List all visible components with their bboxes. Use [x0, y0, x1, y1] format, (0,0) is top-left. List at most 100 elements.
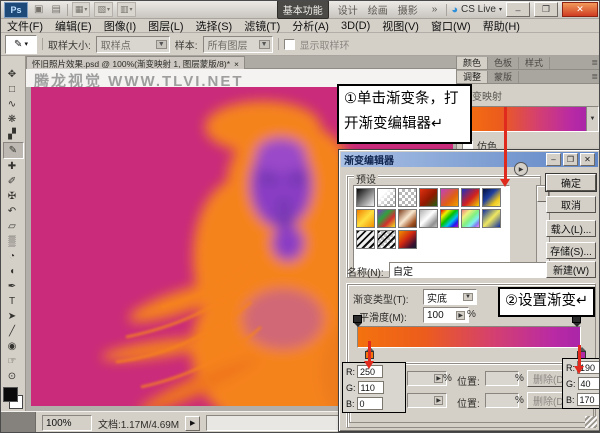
dialog-close-button[interactable]: ✕ — [580, 153, 595, 166]
preset-violet-orange[interactable] — [440, 188, 459, 207]
preset-transparent[interactable] — [398, 188, 417, 207]
panel-tab-1[interactable]: 色板 — [488, 57, 519, 69]
gradient-picker-arrow[interactable]: ▼ — [586, 107, 598, 131]
workspace-button-0[interactable]: 设计 — [333, 1, 363, 18]
zoom-level-field[interactable]: 100% — [42, 415, 92, 431]
menu-item-10[interactable]: 帮助(H) — [477, 18, 526, 34]
preset-stripes-transparent[interactable] — [377, 230, 396, 249]
preset-fg-transparent[interactable] — [377, 188, 396, 207]
shape-tool[interactable]: ╱ — [3, 324, 22, 339]
preset-copper[interactable] — [398, 209, 417, 228]
cs-live-button[interactable]: ◕ CS Live ▾ — [451, 4, 502, 16]
preset-menu-button[interactable]: ▶ — [514, 162, 528, 176]
foreground-color-swatch[interactable] — [3, 387, 18, 402]
panel-tab-0[interactable]: 颜色 — [457, 57, 488, 69]
preset-blue-yellow-blue[interactable] — [482, 209, 501, 228]
path-selection-tool[interactable]: ➤ — [3, 309, 22, 324]
gradient-type-dropdown[interactable]: 实底 ▼ — [423, 289, 477, 305]
menu-item-2[interactable]: 图像(I) — [98, 18, 142, 34]
sample-dropdown[interactable]: 所有图层 ▼ — [203, 36, 273, 53]
quick-selection-tool[interactable]: ❋ — [3, 112, 22, 127]
tab-close-icon[interactable]: × — [234, 59, 239, 69]
document-tab[interactable]: 怀旧照片效果.psd @ 100%(渐变映射 1, 图层蒙版/8)* × — [26, 56, 245, 70]
dialog-title-bar[interactable]: 渐变编辑器 – ❐ ✕ — [341, 152, 598, 167]
opacity-location-field[interactable] — [485, 371, 519, 386]
smoothness-field[interactable]: 100 ▶ — [423, 307, 469, 323]
editor-gradient-bar[interactable] — [357, 326, 581, 348]
preset-orange-yellow-orange[interactable] — [356, 209, 375, 228]
panel-tab-0[interactable]: 调整 — [457, 71, 488, 83]
opacity-field[interactable]: ▶ — [407, 371, 447, 386]
workspace-button-1[interactable]: 绘画 — [363, 1, 393, 18]
panel-menu-icon[interactable]: ≣ — [588, 58, 600, 67]
minimize-button[interactable]: – — [506, 2, 530, 17]
eyedropper-tool[interactable]: ✎ — [3, 142, 24, 159]
menu-item-4[interactable]: 选择(S) — [190, 18, 239, 34]
dialog-restore-button[interactable]: ❐ — [563, 153, 578, 166]
sample-size-dropdown[interactable]: 取样点 ▼ — [96, 36, 170, 53]
menu-item-1[interactable]: 编辑(E) — [49, 18, 98, 34]
preset-black-white[interactable] — [356, 188, 375, 207]
gradient-map-bar[interactable] — [462, 107, 586, 131]
blur-tool[interactable]: ◔ — [3, 249, 22, 264]
preset-silver[interactable] — [419, 209, 438, 228]
menu-item-7[interactable]: 3D(D) — [335, 20, 376, 32]
marquee-tool[interactable]: □ — [3, 82, 22, 97]
ok-button[interactable]: 确定 — [546, 174, 596, 191]
clone-stamp-tool[interactable]: ✠ — [3, 189, 22, 204]
preset-blue-red-yellow[interactable] — [461, 188, 480, 207]
hand-tool[interactable]: ☞ — [3, 354, 22, 369]
spot-healing-tool[interactable]: ✚ — [3, 159, 22, 174]
status-options-button[interactable]: ▶ — [185, 416, 200, 431]
crop-tool[interactable]: ▞ — [3, 127, 22, 142]
load-button[interactable]: 载入(L)... — [546, 220, 596, 237]
move-tool[interactable]: ✥ — [3, 67, 22, 82]
dialog-minimize-button[interactable]: – — [546, 153, 561, 166]
resize-grip[interactable] — [585, 416, 597, 428]
menu-item-6[interactable]: 分析(A) — [286, 18, 335, 34]
3d-rotate-tool[interactable]: ◉ — [3, 339, 22, 354]
view-extras-button[interactable]: ▥▾ — [117, 2, 136, 17]
restore-button[interactable]: ❐ — [534, 2, 558, 17]
preset-spectrum[interactable] — [440, 209, 459, 228]
panel-tab-1[interactable]: 蒙版 — [488, 71, 519, 83]
menu-item-5[interactable]: 滤镜(T) — [238, 18, 286, 34]
stop-color-swatch[interactable]: ▶ — [407, 393, 447, 408]
lasso-tool[interactable]: ∿ — [3, 97, 22, 112]
preset-multicolor[interactable] — [377, 209, 396, 228]
name-field[interactable]: 自定 — [389, 262, 547, 278]
show-sampling-ring-checkbox[interactable] — [284, 39, 295, 50]
history-brush-tool[interactable]: ↶ — [3, 204, 22, 219]
arrange-documents-button[interactable]: ▦▾ — [72, 2, 91, 17]
cancel-button[interactable]: 取消 — [546, 196, 596, 213]
gradient-tool[interactable]: ▒ — [3, 234, 22, 249]
eraser-tool[interactable]: ▱ — [3, 219, 22, 234]
preset-stripes[interactable] — [356, 230, 375, 249]
preset-pastel-spectrum[interactable] — [461, 209, 480, 228]
workspace-overflow-button[interactable]: » — [427, 3, 443, 16]
minibridge-icon[interactable]: ▤ — [49, 4, 62, 15]
new-button[interactable]: 新建(W) — [546, 261, 596, 278]
preset-orange-red-dark[interactable] — [398, 230, 417, 249]
tool-preset-picker[interactable]: ✎ ▾ — [5, 35, 37, 54]
menu-item-3[interactable]: 图层(L) — [142, 18, 189, 34]
opacity-stop-left[interactable] — [353, 315, 362, 325]
pen-tool[interactable]: ✒ — [3, 279, 22, 294]
close-button[interactable]: ✕ — [562, 2, 598, 17]
color-location-field[interactable] — [485, 393, 519, 408]
dodge-tool[interactable]: ◖ — [3, 264, 22, 279]
menu-item-9[interactable]: 窗口(W) — [425, 18, 477, 34]
preset-blue-yellow[interactable] — [482, 188, 501, 207]
panel-menu-icon[interactable]: ≣ — [588, 72, 600, 81]
type-tool[interactable]: T — [3, 294, 22, 309]
workspace-basic-button[interactable]: 基本功能 — [277, 0, 329, 19]
zoom-tool[interactable]: ⊙ — [3, 369, 22, 384]
panel-tab-2[interactable]: 样式 — [519, 57, 550, 69]
bridge-icon[interactable]: ▣ — [32, 4, 45, 15]
brush-tool[interactable]: ✐ — [3, 174, 22, 189]
save-button[interactable]: 存储(S)... — [546, 242, 596, 259]
screen-mode-button[interactable]: ▧▾ — [94, 2, 113, 17]
preset-red-green[interactable] — [419, 188, 438, 207]
workspace-button-2[interactable]: 摄影 — [393, 1, 423, 18]
menu-item-8[interactable]: 视图(V) — [376, 18, 425, 34]
